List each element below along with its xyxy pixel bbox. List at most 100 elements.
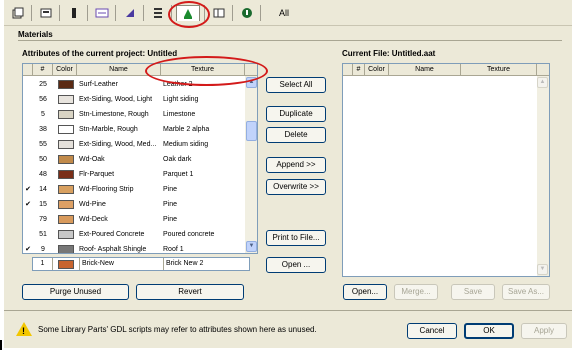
revert-button[interactable]: Revert: [136, 284, 244, 300]
materials-dialog: All Materials Attributes of the current …: [4, 0, 572, 348]
select-all-button[interactable]: Select All: [266, 77, 326, 93]
file-header-texture[interactable]: Texture: [461, 64, 537, 76]
row-number: 5: [41, 111, 45, 118]
header-color[interactable]: Color: [53, 64, 77, 76]
row-number: 14: [39, 186, 47, 193]
window-edge-marker: [0, 340, 2, 350]
file-header-num[interactable]: #: [353, 64, 365, 76]
scroll-down-button[interactable]: ▼: [246, 241, 257, 252]
row-color-swatch[interactable]: [58, 110, 74, 119]
edit-texture-field[interactable]: Brick New 2: [163, 258, 249, 270]
row-number: 9: [41, 246, 45, 253]
table-row[interactable]: 55 Ext-Siding, Wood, Med... Medium siding: [23, 137, 245, 152]
edit-num: 1: [33, 258, 53, 270]
open-file-button[interactable]: Open...: [343, 284, 387, 300]
row-check-mark: [23, 77, 33, 92]
table-row[interactable]: 51 Ext-Poured Concrete Poured concrete: [23, 227, 245, 242]
row-name: Stn-Limestone, Rough: [79, 111, 149, 118]
row-number: 15: [39, 201, 47, 208]
merge-button[interactable]: Merge...: [394, 284, 438, 300]
file-vertical-scrollbar[interactable]: ▲ ▼: [537, 76, 549, 276]
table-row[interactable]: ✔ 9 Roof- Asphalt Shingle Roof 1: [23, 242, 245, 253]
row-check-mark: ✔: [25, 186, 31, 193]
linetypes-tab-icon[interactable]: [64, 5, 84, 21]
row-check-mark: [23, 212, 33, 227]
file-header-color[interactable]: Color: [365, 64, 389, 76]
project-materials-list[interactable]: # Color Name Texture 25 Surf-Leather Leath…: [22, 63, 258, 254]
row-color-swatch[interactable]: [58, 245, 74, 253]
row-texture: Parquet 1: [163, 171, 194, 178]
new-material-row[interactable]: 1 Brick-New Brick New 2: [32, 257, 250, 271]
table-row[interactable]: 5 Stn-Limestone, Rough Limestone: [23, 107, 245, 122]
all-tab[interactable]: All: [272, 5, 296, 21]
all-tab-label: All: [278, 8, 289, 18]
save-as-button[interactable]: Save As...: [502, 284, 550, 300]
fills-tab-icon[interactable]: [92, 5, 112, 21]
file-materials-list[interactable]: # Color Name Texture ▲ ▼: [342, 63, 550, 277]
composites-tab-icon[interactable]: [120, 5, 140, 21]
row-check-mark: [23, 137, 33, 152]
row-name: Roof- Asphalt Shingle: [79, 246, 147, 253]
row-color-swatch[interactable]: [58, 215, 74, 224]
duplicate-button[interactable]: Duplicate: [266, 106, 326, 122]
open-library-button[interactable]: Open ...: [266, 257, 326, 273]
scroll-thumb[interactable]: [246, 121, 257, 141]
table-row[interactable]: 48 Flr-Parquet Parquet 1: [23, 167, 245, 182]
file-scroll-up-button[interactable]: ▲: [537, 77, 548, 88]
row-number: 38: [39, 126, 47, 133]
save-button[interactable]: Save: [451, 284, 495, 300]
row-color-swatch[interactable]: [58, 125, 74, 134]
delete-button[interactable]: Delete: [266, 127, 326, 143]
purge-unused-button[interactable]: Purge Unused: [22, 284, 129, 300]
layers-tab-icon[interactable]: [8, 5, 28, 21]
table-row[interactable]: ✔ 14 Wd-Flooring Strip Pine: [23, 182, 245, 197]
apply-button[interactable]: Apply: [521, 323, 567, 339]
current-file-title: Current File: Untitled.aat: [342, 49, 436, 58]
row-check-mark: ✔: [25, 246, 31, 253]
table-row[interactable]: ✔ 15 Wd-Pine Pine: [23, 197, 245, 212]
row-color-swatch[interactable]: [58, 200, 74, 209]
cancel-button[interactable]: Cancel: [407, 323, 457, 339]
header-num[interactable]: #: [33, 64, 53, 76]
ok-button[interactable]: OK: [464, 323, 514, 339]
vertical-scrollbar[interactable]: ▲ ▼: [245, 76, 257, 253]
edit-name-field[interactable]: Brick-New: [79, 258, 163, 270]
row-number: 48: [39, 171, 47, 178]
project-attributes-title: Attributes of the current project: Untit…: [22, 49, 178, 58]
file-header-name[interactable]: Name: [389, 64, 461, 76]
print-to-file-button[interactable]: Print to File...: [266, 230, 326, 246]
row-name: Ext-Poured Concrete: [79, 231, 145, 238]
row-texture: Poured concrete: [163, 231, 215, 238]
append-button[interactable]: Append >>: [266, 157, 326, 173]
table-row[interactable]: 56 Ext-Siding, Wood, Light Light siding: [23, 92, 245, 107]
row-color-swatch[interactable]: [58, 170, 74, 179]
status-divider: [4, 310, 572, 311]
row-color-swatch[interactable]: [58, 230, 74, 239]
attribute-toolbar: All: [4, 0, 572, 26]
row-texture: Roof 1: [163, 246, 184, 253]
row-check-mark: [23, 107, 33, 122]
row-color-swatch[interactable]: [58, 80, 74, 89]
zones-tab-icon[interactable]: [209, 5, 229, 21]
annotation-circle-tab: [168, 1, 210, 28]
divider: [18, 40, 562, 41]
warning-icon-mark: !: [22, 326, 25, 336]
row-name: Ext-Siding, Wood, Light: [79, 96, 153, 103]
annotation-circle-texture: [145, 56, 268, 86]
overwrite-button[interactable]: Overwrite >>: [266, 179, 326, 195]
table-row[interactable]: 38 Stn-Marble, Rough Marble 2 alpha: [23, 122, 245, 137]
row-color-swatch[interactable]: [58, 95, 74, 104]
table-row[interactable]: 79 Wd-Deck Pine: [23, 212, 245, 227]
profiles-tab-icon[interactable]: [148, 5, 168, 21]
pens-tab-icon[interactable]: [36, 5, 56, 21]
table-row[interactable]: 50 Wd-Oak Oak dark: [23, 152, 245, 167]
row-color-swatch[interactable]: [58, 185, 74, 194]
row-check-mark: [23, 227, 33, 242]
edit-color-swatch[interactable]: [58, 260, 74, 269]
file-scroll-down-button[interactable]: ▼: [537, 264, 548, 275]
row-name: Ext-Siding, Wood, Med...: [79, 141, 157, 148]
row-color-swatch[interactable]: [58, 140, 74, 149]
row-texture: Limestone: [163, 111, 196, 118]
markup-tab-icon[interactable]: [237, 5, 257, 21]
row-color-swatch[interactable]: [58, 155, 74, 164]
